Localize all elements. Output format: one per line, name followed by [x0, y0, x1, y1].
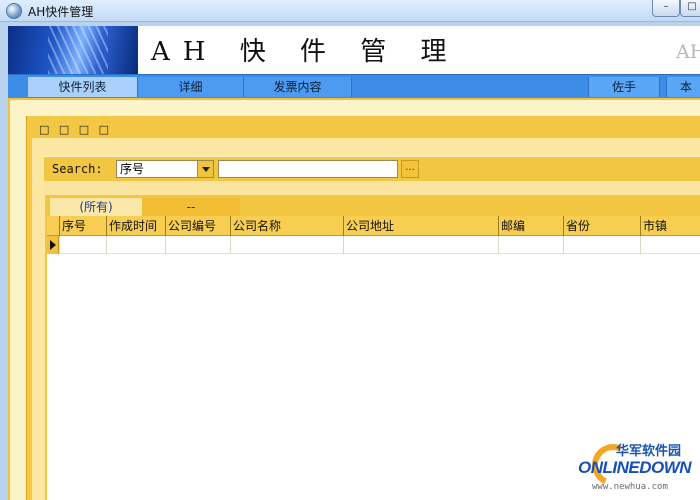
column-header-serial[interactable]: 序号 [59, 216, 106, 236]
search-label: Search: [52, 162, 103, 176]
row-pointer-icon [47, 236, 59, 254]
search-subbar [44, 182, 700, 196]
group-tab-dash[interactable]: -- [142, 198, 240, 216]
tab-detail[interactable]: 详细 [138, 77, 244, 97]
table-cell[interactable] [343, 236, 498, 254]
search-field-value: 序号 [120, 162, 145, 176]
maximize-button[interactable]: □ [680, 0, 700, 17]
table-cell[interactable] [230, 236, 343, 254]
window-titlebar: AH快件管理 – □ [0, 0, 700, 22]
table-cell[interactable] [640, 236, 700, 254]
search-input[interactable] [218, 160, 398, 178]
app-banner: AH 快 件 管 理 AHW [8, 26, 700, 74]
onlinedown-watermark: 华军软件园 ONLINEDOWN www.newhua.com [574, 436, 700, 500]
window-title: AH快件管理 [28, 5, 94, 19]
table-cell[interactable] [165, 236, 230, 254]
table-cell[interactable] [563, 236, 640, 254]
grid-header-indicator [47, 216, 59, 236]
banner-right-text: AHW [676, 41, 700, 63]
watermark-url-text: www.newhua.com [592, 482, 668, 492]
tab-invoice-content[interactable]: 发票内容 [244, 77, 352, 97]
search-button[interactable]: ... [401, 160, 419, 178]
panel-header: □ □ □ □ [39, 123, 113, 136]
watermark-en-text: ONLINEDOWN [578, 458, 692, 477]
dropdown-arrow-icon[interactable] [197, 161, 213, 177]
table-row[interactable] [47, 236, 700, 254]
minimize-button[interactable]: – [652, 0, 680, 17]
search-field-select[interactable]: 序号 [116, 160, 214, 178]
table-cell[interactable] [498, 236, 563, 254]
column-header-created-time[interactable]: 作成时间 [106, 216, 165, 236]
banner-title: AH 快 件 管 理 [151, 37, 460, 67]
tab-helper[interactable]: 佐手 [588, 77, 660, 97]
column-header-company-id[interactable]: 公司编号 [165, 216, 230, 236]
tab-express-list[interactable]: 快件列表 [28, 77, 138, 97]
app-globe-icon [6, 3, 22, 19]
main-tab-bar: 快件列表 详细 发票内容 佐手 本 [8, 74, 700, 98]
column-header-postcode[interactable]: 邮编 [498, 216, 563, 236]
table-cell[interactable] [59, 236, 106, 254]
column-header-town[interactable]: 市镇 [640, 216, 700, 236]
column-header-company-name[interactable]: 公司名称 [230, 216, 343, 236]
column-header-province[interactable]: 省份 [563, 216, 640, 236]
grid-header: 序号 作成时间 公司编号 公司名称 公司地址 邮编 省份 市镇 [47, 216, 700, 236]
group-tab-all[interactable]: (所有) [50, 198, 142, 216]
banner-graphic [8, 26, 138, 74]
search-bar: Search: 序号 ... [44, 156, 700, 181]
tab-this[interactable]: 本 [666, 77, 700, 97]
watermark-cn-text: 华军软件园 [616, 444, 682, 459]
table-cell[interactable] [106, 236, 165, 254]
column-header-company-address[interactable]: 公司地址 [343, 216, 498, 236]
